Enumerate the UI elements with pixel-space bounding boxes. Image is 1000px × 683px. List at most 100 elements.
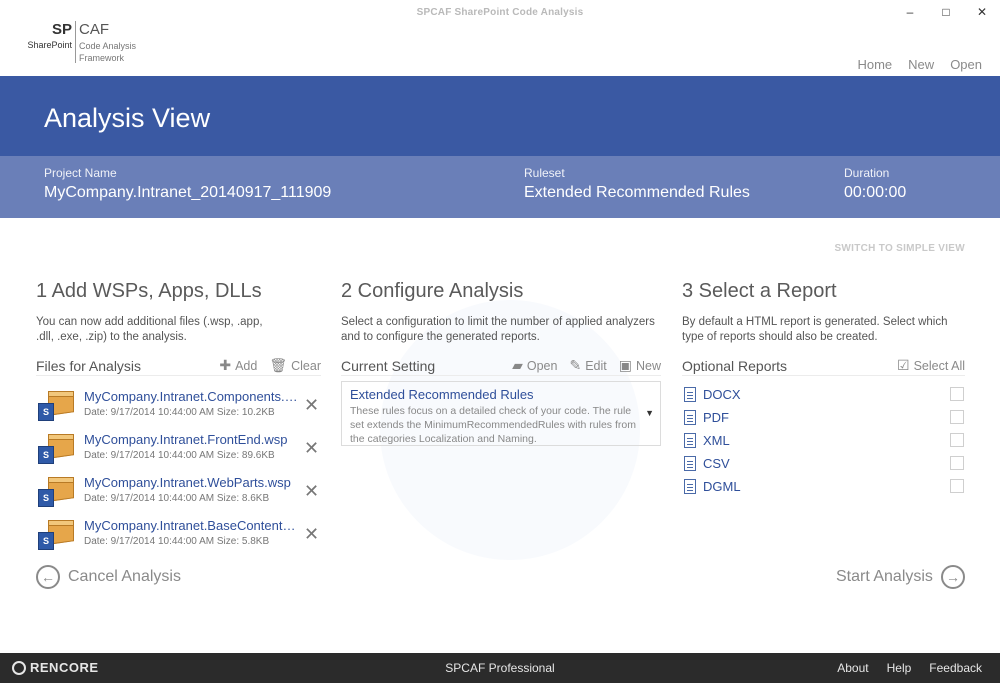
window-title: SPCAF SharePoint Code Analysis <box>416 7 584 18</box>
reports-header: Optional Reports ☑ Select All <box>682 356 965 376</box>
report-name: CSV <box>703 455 730 471</box>
optional-reports-label: Optional Reports <box>682 357 788 374</box>
ruleset-group: Ruleset Extended Recommended Rules <box>524 166 750 202</box>
pdf-icon <box>684 409 696 425</box>
file-item[interactable]: S MyCompany.Intranet.WebParts.wsp Date: … <box>36 475 321 515</box>
file-item[interactable]: S MyCompany.Intranet.Components.wsp Date… <box>36 389 321 429</box>
file-name[interactable]: MyCompany.Intranet.WebParts.wsp <box>84 475 299 490</box>
report-checkbox[interactable] <box>950 456 964 470</box>
logo-sp: SP <box>51 21 72 38</box>
edit-label: Edit <box>585 358 607 373</box>
report-name: PDF <box>703 409 729 425</box>
trash-icon: 🗑 <box>269 357 288 373</box>
maximize-button[interactable]: □ <box>928 0 964 24</box>
select-all-label: Select All <box>913 358 965 373</box>
edit-setting-button[interactable]: ✎ Edit <box>569 357 606 374</box>
step2-title: 2 Configure Analysis <box>341 280 524 302</box>
new-setting-button[interactable]: ▣ New <box>619 357 661 374</box>
report-option-dgml[interactable]: DGML <box>684 476 964 496</box>
dropdown-arrow-icon: ▼ <box>645 408 654 418</box>
nav-home[interactable]: Home <box>857 57 892 72</box>
file-item[interactable]: S MyCompany.Intranet.BaseContentTy... Da… <box>36 518 321 558</box>
start-analysis-button[interactable]: Start Analysis → <box>836 565 965 589</box>
nav-new[interactable]: New <box>908 57 934 72</box>
report-checkbox[interactable] <box>950 410 964 424</box>
checkbox-icon: ☑ <box>897 357 910 373</box>
file-meta: Date: 9/17/2014 10:44:00 AM Size: 8.6KB <box>84 493 270 504</box>
report-checkbox[interactable] <box>950 387 964 401</box>
report-name: XML <box>703 432 730 448</box>
nav-open[interactable]: Open <box>950 57 982 72</box>
step1-description: You can now add additional files (.wsp, … <box>36 316 263 343</box>
feedback-link[interactable]: Feedback <box>929 661 982 675</box>
edit-icon: ✎ <box>569 357 582 373</box>
xml-icon <box>684 432 696 448</box>
report-option-pdf[interactable]: PDF <box>684 407 964 427</box>
file-item[interactable]: S MyCompany.Intranet.FrontEnd.wsp Date: … <box>36 432 321 472</box>
file-name[interactable]: MyCompany.Intranet.FrontEnd.wsp <box>84 432 299 447</box>
report-checkbox[interactable] <box>950 479 964 493</box>
select-all-button[interactable]: ☑ Select All <box>897 357 965 374</box>
docx-icon <box>684 386 696 402</box>
step1-title: 1 Add WSPs, Apps, DLLs <box>36 280 262 302</box>
files-label: Files for Analysis <box>36 357 142 374</box>
logo-divider <box>75 21 76 63</box>
add-files-button[interactable]: ✚ Add <box>219 357 257 374</box>
step-add-files: 1 Add WSPs, Apps, DLLs You can now add a… <box>36 280 321 550</box>
step-select-report: 3 Select a Report By default a HTML repo… <box>682 280 965 494</box>
about-link[interactable]: About <box>837 661 868 675</box>
setting-actions: ▰ Open ✎ Edit ▣ New <box>512 357 661 374</box>
report-option-xml[interactable]: XML <box>684 430 964 450</box>
project-name-group: Project Name MyCompany.Intranet_20140917… <box>44 166 331 202</box>
step2-description: Select a configuration to limit the numb… <box>341 316 655 343</box>
file-meta: Date: 9/17/2014 10:44:00 AM Size: 5.8KB <box>84 536 270 547</box>
remove-file-icon[interactable]: ✕ <box>304 524 319 545</box>
clear-files-button[interactable]: 🗑 Clear <box>269 357 321 374</box>
project-name-value: MyCompany.Intranet_20140917_111909 <box>44 184 332 201</box>
ruleset-name: Extended Recommended Rules <box>350 387 534 402</box>
window-controls: – □ ✕ <box>892 0 1000 24</box>
open-setting-button[interactable]: ▰ Open <box>512 357 557 374</box>
remove-file-icon[interactable]: ✕ <box>304 481 319 502</box>
start-analysis-label: Start Analysis <box>836 568 933 585</box>
project-info-bar: Project Name MyCompany.Intranet_20140917… <box>0 156 1000 218</box>
close-button[interactable]: ✕ <box>964 0 1000 24</box>
remove-file-icon[interactable]: ✕ <box>304 395 319 416</box>
remove-file-icon[interactable]: ✕ <box>304 438 319 459</box>
plus-icon: ✚ <box>219 357 232 373</box>
package-icon: S <box>38 477 76 507</box>
logo-sharepoint: SharePoint <box>27 40 72 50</box>
open-label: Open <box>526 358 558 373</box>
help-link[interactable]: Help <box>887 661 912 675</box>
package-icon: S <box>38 520 76 550</box>
duration-value: 00:00:00 <box>844 184 907 201</box>
ruleset-label: Ruleset <box>524 166 565 180</box>
report-checkbox[interactable] <box>950 433 964 447</box>
minimize-button[interactable]: – <box>892 0 928 24</box>
new-label: New <box>635 358 661 373</box>
report-name: DOCX <box>703 386 741 402</box>
report-option-csv[interactable]: CSV <box>684 453 964 473</box>
report-name: DGML <box>703 478 741 494</box>
clear-label: Clear <box>291 358 321 373</box>
logo-caf: CAF <box>79 21 109 38</box>
footer-bar: RENCORE SPCAF Professional About Help Fe… <box>0 653 1000 683</box>
cancel-analysis-button[interactable]: ← Cancel Analysis <box>36 565 181 589</box>
ruleset-description: These rules focus on a detailed check of… <box>350 405 636 445</box>
top-navigation: Home New Open <box>857 57 982 72</box>
spcaf-logo: SP SharePoint CAF Code Analysis Framewor… <box>20 21 150 65</box>
files-header: Files for Analysis ✚ Add 🗑 Clear <box>36 356 321 376</box>
switch-simple-view-link[interactable]: SWITCH TO SIMPLE VIEW <box>834 243 965 254</box>
files-actions: ✚ Add 🗑 Clear <box>219 357 321 374</box>
arrow-left-icon: ← <box>36 565 60 589</box>
file-name[interactable]: MyCompany.Intranet.BaseContentTy... <box>84 518 299 533</box>
duration-label: Duration <box>844 166 890 180</box>
page-title: Analysis View <box>44 103 211 133</box>
step3-title: 3 Select a Report <box>682 280 837 302</box>
dgml-icon <box>684 478 696 494</box>
file-meta: Date: 9/17/2014 10:44:00 AM Size: 10.2KB <box>84 407 275 418</box>
logo-caf-subtitle: Code Analysis Framework <box>79 41 137 63</box>
ruleset-dropdown[interactable]: Extended Recommended Rules These rules f… <box>341 381 661 446</box>
report-option-docx[interactable]: DOCX <box>684 384 964 404</box>
file-name[interactable]: MyCompany.Intranet.Components.wsp <box>84 389 299 404</box>
